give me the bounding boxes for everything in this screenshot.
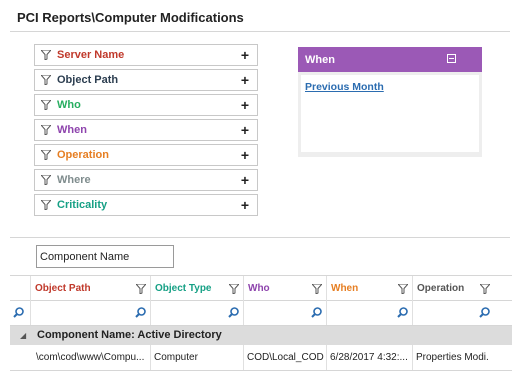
when-panel-header: When — [298, 47, 482, 72]
page-title: PCI Reports\Computer Modifications — [17, 10, 244, 25]
filter-cell-operation[interactable] — [412, 301, 494, 325]
column-header-operation[interactable]: Operation — [412, 276, 494, 301]
add-icon[interactable]: + — [241, 47, 249, 63]
column-header-when[interactable]: When — [326, 276, 412, 301]
filter-when[interactable]: When + — [34, 119, 258, 141]
add-icon[interactable]: + — [241, 72, 249, 88]
search-icon[interactable] — [479, 307, 490, 318]
results-grid: Object Path Object Type Who When Operati… — [10, 275, 512, 371]
search-icon[interactable] — [228, 307, 239, 318]
filter-label: Criticality — [57, 199, 108, 211]
filter-label: Object Path — [57, 74, 119, 86]
when-panel-body: Previous Month — [301, 75, 479, 152]
column-label: Operation — [417, 283, 465, 294]
filter-cell-object-path[interactable] — [30, 301, 150, 325]
column-filter-icon[interactable] — [398, 284, 408, 294]
filter-label: Operation — [57, 149, 109, 161]
collapse-triangle-icon[interactable]: ◢ — [20, 331, 26, 340]
funnel-icon — [41, 150, 51, 160]
filter-label: Who — [57, 99, 81, 111]
column-filter-icon[interactable] — [229, 284, 239, 294]
cell-who: COD\Local_COD — [243, 345, 326, 370]
column-filter-icon[interactable] — [136, 284, 146, 294]
filter-cell-when[interactable] — [326, 301, 412, 325]
add-icon[interactable]: + — [241, 97, 249, 113]
search-icon[interactable] — [397, 307, 408, 318]
filter-operation[interactable]: Operation + — [34, 144, 258, 166]
funnel-icon — [41, 75, 51, 85]
column-label: When — [331, 283, 359, 294]
search-icon[interactable] — [13, 307, 24, 318]
column-header-who[interactable]: Who — [243, 276, 326, 301]
column-label: Object Path — [35, 283, 91, 294]
column-filter-icon[interactable] — [312, 284, 322, 294]
search-icon[interactable] — [135, 307, 146, 318]
filter-who[interactable]: Who + — [34, 94, 258, 116]
add-icon[interactable]: + — [241, 172, 249, 188]
filter-label: Where — [57, 174, 91, 186]
cell-operation: Properties Modi. — [412, 345, 510, 370]
filter-criticality[interactable]: Criticality + — [34, 194, 258, 216]
table-row[interactable]: \com\cod\www\Compu... Computer COD\Local… — [10, 345, 512, 371]
filter-label: Server Name — [57, 49, 125, 61]
group-by-field[interactable] — [36, 245, 174, 268]
filter-cell-who[interactable] — [243, 301, 326, 325]
funnel-icon — [41, 200, 51, 210]
filter-cell-object-type[interactable] — [150, 301, 243, 325]
filter-where[interactable]: Where + — [34, 169, 258, 191]
when-panel-title: When — [305, 53, 335, 66]
divider — [10, 237, 510, 238]
column-label: Object Type — [155, 283, 212, 294]
grid-header: Object Path Object Type Who When Operati… — [10, 275, 512, 301]
funnel-icon — [41, 125, 51, 135]
column-filter-icon[interactable] — [480, 284, 490, 294]
cell-object-type: Computer — [150, 345, 243, 370]
cell-object-path: \com\cod\www\Compu... — [36, 352, 145, 363]
cell-when: 6/28/2017 4:32:... — [326, 345, 412, 370]
grid-filter-row — [10, 301, 512, 326]
funnel-icon — [41, 100, 51, 110]
filter-object-path[interactable]: Object Path + — [34, 69, 258, 91]
when-panel: When Previous Month — [298, 47, 482, 157]
group-label: Component Name: Active Directory — [37, 329, 222, 341]
funnel-icon — [41, 175, 51, 185]
filter-label: When — [57, 124, 87, 136]
group-row[interactable]: ◢ Component Name: Active Directory — [10, 326, 512, 345]
funnel-icon — [41, 50, 51, 60]
add-icon[interactable]: + — [241, 122, 249, 138]
collapse-icon[interactable] — [447, 54, 456, 63]
search-icon[interactable] — [311, 307, 322, 318]
filter-server-name[interactable]: Server Name + — [34, 44, 258, 66]
add-icon[interactable]: + — [241, 147, 249, 163]
previous-month-link[interactable]: Previous Month — [305, 81, 384, 93]
column-header-object-path[interactable]: Object Path — [30, 276, 150, 301]
divider — [10, 31, 510, 32]
column-header-object-type[interactable]: Object Type — [150, 276, 243, 301]
column-label: Who — [248, 283, 270, 294]
filter-list: Server Name + Object Path + Who + When +… — [34, 44, 258, 219]
add-icon[interactable]: + — [241, 197, 249, 213]
